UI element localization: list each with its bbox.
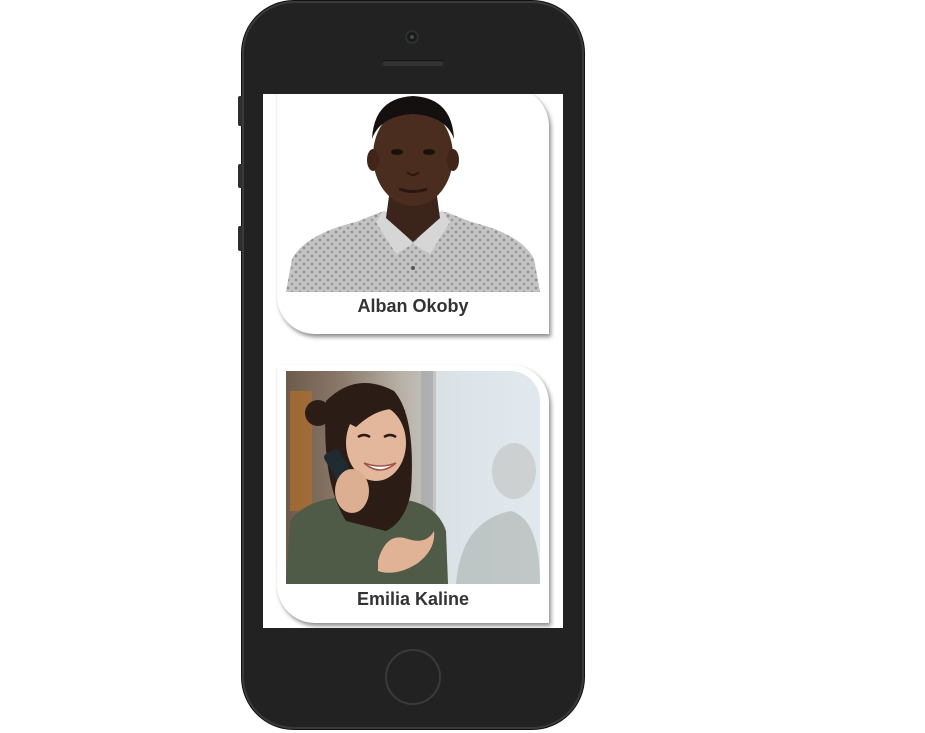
phone-frame: Alban Okoby Emilia Kaline (238, 1, 584, 729)
profile-name: Alban Okoby (357, 296, 469, 316)
earpiece-speaker-icon (382, 60, 444, 66)
profile-photo (286, 371, 540, 584)
phone-screen: Alban Okoby Emilia Kaline (263, 94, 563, 628)
mute-switch (238, 96, 242, 126)
front-camera-icon (405, 30, 419, 44)
profile-name: Emilia Kaline (356, 589, 470, 609)
page: Alban Okoby Emilia Kaline (0, 0, 925, 733)
home-button-icon[interactable] (385, 649, 441, 705)
profile-photo (286, 94, 540, 292)
volume-up-button (238, 164, 242, 188)
volume-down-button (238, 226, 242, 251)
profile-card[interactable]: Alban Okoby (277, 94, 549, 334)
profile-card[interactable]: Emilia Kaline (277, 365, 549, 623)
